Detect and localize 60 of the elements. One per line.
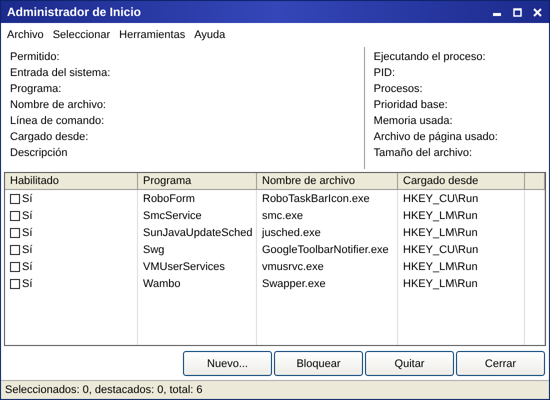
table-cell: VMUserServices: [138, 258, 257, 275]
enabled-text: Sí: [22, 192, 32, 204]
table-cell: Swg: [138, 241, 257, 258]
checkbox[interactable]: [10, 228, 20, 238]
detail-label: Prioridad base:: [374, 99, 449, 112]
dialog-button[interactable]: Bloquear: [274, 351, 363, 376]
checkbox[interactable]: [10, 194, 20, 204]
table-cell: Wambo: [138, 275, 257, 292]
menu-item[interactable]: Herramientas: [119, 29, 186, 41]
column-header[interactable]: Habilitado: [5, 173, 138, 190]
column-header[interactable]: Cargado desde: [398, 173, 525, 190]
table-cell: SmcService: [138, 207, 257, 224]
menu-item[interactable]: Archivo: [7, 29, 44, 41]
table-cell: HKEY_LM\Run: [398, 224, 525, 241]
table-cell: SunJavaUpdateSched: [138, 224, 257, 241]
window-title: Administrador de Inicio: [7, 5, 142, 19]
detail-label: Programa:: [10, 83, 62, 96]
table-cell: HKEY_LM\Run: [398, 275, 525, 292]
enabled-text: Sí: [22, 226, 32, 238]
detail-label: Nombre de archivo:: [10, 99, 107, 112]
table-cell: jusched.exe: [257, 224, 398, 241]
enabled-text: Sí: [22, 244, 32, 256]
checkbox[interactable]: [10, 210, 20, 220]
detail-label: Memoria usada:: [374, 115, 454, 128]
detail-label: Ejecutando el proceso:: [374, 51, 487, 64]
table-cell: HKEY_LM\Run: [398, 207, 525, 224]
table-cell: HKEY_CU\Run: [398, 190, 525, 207]
dialog-button[interactable]: Nuevo...: [183, 351, 272, 376]
table-cell: RoboForm: [138, 190, 257, 207]
checkbox[interactable]: [10, 244, 20, 254]
menu-item[interactable]: Ayuda: [194, 29, 226, 41]
table-cell: GoogleToolbarNotifier.exe: [257, 241, 398, 258]
table-cell: RoboTaskBarIcon.exe: [257, 190, 398, 207]
detail-label: Tamaño del archivo:: [374, 147, 474, 160]
close-icon[interactable]: [532, 8, 542, 16]
enabled-text: Sí: [22, 260, 32, 272]
enabled-text: Sí: [22, 210, 32, 222]
table-cell: vmusrvc.exe: [257, 258, 398, 275]
checkbox[interactable]: [10, 278, 20, 288]
table-cell: HKEY_CU\Run: [398, 241, 525, 258]
detail-label: Línea de comando:: [10, 115, 106, 128]
table-cell: HKEY_LM\Run: [398, 258, 525, 275]
dialog-button[interactable]: Quitar: [365, 351, 454, 376]
checkbox[interactable]: [10, 262, 20, 272]
dialog-button[interactable]: Cerrar: [456, 351, 545, 376]
detail-label: Descripción: [10, 147, 68, 160]
menu-item[interactable]: Seleccionar: [52, 29, 110, 41]
status-text: Seleccionados: 0, destacados: 0, total: 6: [5, 384, 203, 396]
table-cell: Swapper.exe: [257, 275, 398, 292]
detail-label: Procesos:: [374, 83, 424, 96]
detail-label: Archivo de página usado:: [374, 131, 499, 144]
table-cell: smc.exe: [257, 207, 398, 224]
detail-label: Permitido:: [10, 51, 61, 64]
column-header[interactable]: Nombre de archivo: [257, 173, 398, 190]
enabled-text: Sí: [22, 278, 32, 290]
column-header[interactable]: Programa: [138, 173, 257, 190]
detail-label: PID:: [374, 67, 396, 80]
detail-label: Entrada del sistema:: [10, 67, 112, 80]
maximize-icon[interactable]: [512, 8, 522, 16]
detail-label: Cargado desde:: [10, 131, 90, 144]
